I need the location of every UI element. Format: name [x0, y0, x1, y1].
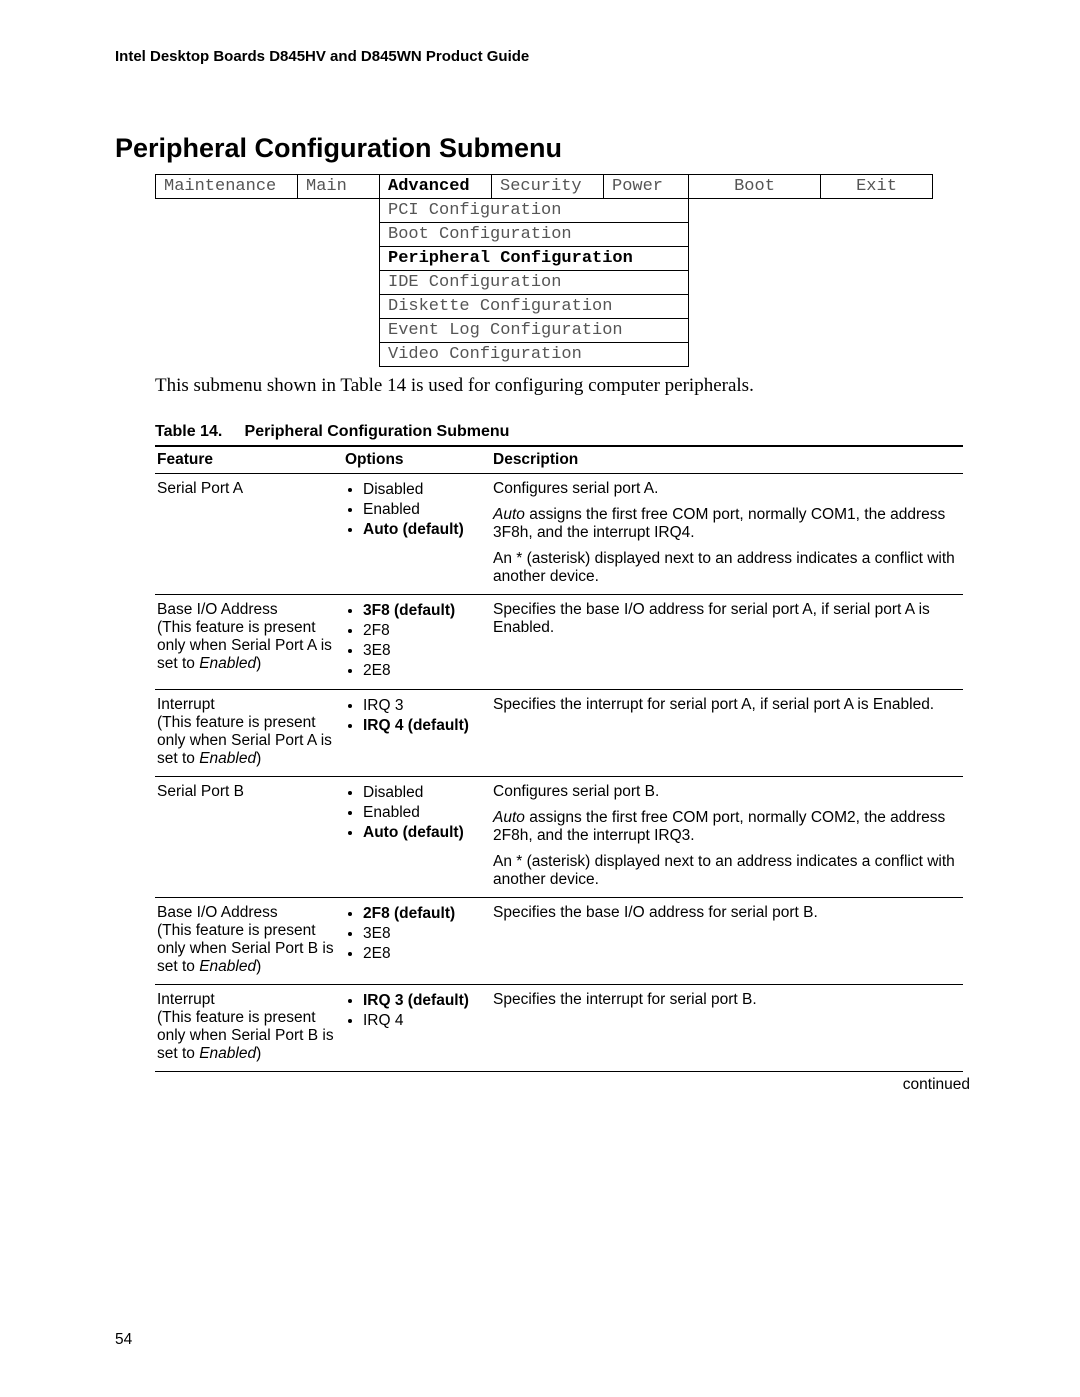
table-row: Interrupt(This feature is present only w…: [155, 690, 963, 777]
cell-feature: Serial Port A: [155, 474, 343, 595]
col-description: Description: [491, 446, 963, 474]
table-row: Serial Port BDisabledEnabledAuto (defaul…: [155, 777, 963, 898]
cell-feature: Interrupt(This feature is present only w…: [155, 985, 343, 1072]
cell-feature: Base I/O Address(This feature is present…: [155, 898, 343, 985]
nav-tab: Advanced: [380, 175, 492, 199]
cell-options: 2F8 (default)3E82E8: [343, 898, 491, 985]
bios-nav: MaintenanceMainAdvancedSecurityPowerBoot…: [155, 174, 933, 367]
cell-description: Specifies the interrupt for serial port …: [491, 690, 963, 777]
option-item: Auto (default): [363, 520, 485, 540]
cell-options: 3F8 (default)2F83E82E8: [343, 595, 491, 690]
nav-tab: Exit: [821, 175, 933, 199]
caption-title: Peripheral Configuration Submenu: [245, 423, 510, 440]
option-item: IRQ 4 (default): [363, 716, 485, 736]
cell-options: IRQ 3IRQ 4 (default): [343, 690, 491, 777]
option-item: 3E8: [363, 641, 485, 661]
option-item: Auto (default): [363, 823, 485, 843]
nav-submenu-item: IDE Configuration: [380, 271, 689, 295]
table-row: Serial Port ADisabledEnabledAuto (defaul…: [155, 474, 963, 595]
table-row: Base I/O Address(This feature is present…: [155, 595, 963, 690]
nav-tab: Main: [298, 175, 380, 199]
table-row: Base I/O Address(This feature is present…: [155, 898, 963, 985]
nav-tab: Boot: [689, 175, 821, 199]
cell-feature: Interrupt(This feature is present only w…: [155, 690, 343, 777]
option-item: 2F8: [363, 621, 485, 641]
table-row: Interrupt(This feature is present only w…: [155, 985, 963, 1072]
option-item: 3E8: [363, 924, 485, 944]
section-title: Peripheral Configuration Submenu: [115, 133, 970, 164]
cell-feature: Base I/O Address(This feature is present…: [155, 595, 343, 690]
cell-options: IRQ 3 (default)IRQ 4: [343, 985, 491, 1072]
cell-feature: Serial Port B: [155, 777, 343, 898]
cell-description: Specifies the base I/O address for seria…: [491, 595, 963, 690]
cell-description: Specifies the interrupt for serial port …: [491, 985, 963, 1072]
cell-description: Configures serial port A.Auto assigns th…: [491, 474, 963, 595]
col-options: Options: [343, 446, 491, 474]
option-item: IRQ 4: [363, 1011, 485, 1031]
spec-table: Feature Options Description Serial Port …: [155, 445, 963, 1072]
option-item: IRQ 3: [363, 696, 485, 716]
nav-submenu-item: Diskette Configuration: [380, 295, 689, 319]
nav-submenu-item: Peripheral Configuration: [380, 247, 689, 271]
option-item: Disabled: [363, 783, 485, 803]
option-item: 2F8 (default): [363, 904, 485, 924]
cell-options: DisabledEnabledAuto (default): [343, 777, 491, 898]
cell-description: Configures serial port B.Auto assigns th…: [491, 777, 963, 898]
page-number: 54: [115, 1331, 132, 1349]
nav-submenu-item: Boot Configuration: [380, 223, 689, 247]
nav-tab: Power: [604, 175, 689, 199]
option-item: Disabled: [363, 480, 485, 500]
nav-tab: Maintenance: [156, 175, 298, 199]
option-item: 3F8 (default): [363, 601, 485, 621]
table-caption: Table 14. Peripheral Configuration Subme…: [155, 423, 970, 441]
caption-prefix: Table 14.: [155, 423, 222, 440]
option-item: 2E8: [363, 944, 485, 964]
col-feature: Feature: [155, 446, 343, 474]
option-item: Enabled: [363, 803, 485, 823]
nav-tab: Security: [492, 175, 604, 199]
nav-submenu-item: PCI Configuration: [380, 199, 689, 223]
cell-options: DisabledEnabledAuto (default): [343, 474, 491, 595]
intro-text: This submenu shown in Table 14 is used f…: [155, 375, 970, 397]
cell-description: Specifies the base I/O address for seria…: [491, 898, 963, 985]
continued-label: continued: [0, 1076, 970, 1094]
nav-submenu-item: Video Configuration: [380, 343, 689, 367]
option-item: IRQ 3 (default): [363, 991, 485, 1011]
doc-header: Intel Desktop Boards D845HV and D845WN P…: [115, 48, 970, 65]
nav-submenu-item: Event Log Configuration: [380, 319, 689, 343]
option-item: Enabled: [363, 500, 485, 520]
option-item: 2E8: [363, 661, 485, 681]
